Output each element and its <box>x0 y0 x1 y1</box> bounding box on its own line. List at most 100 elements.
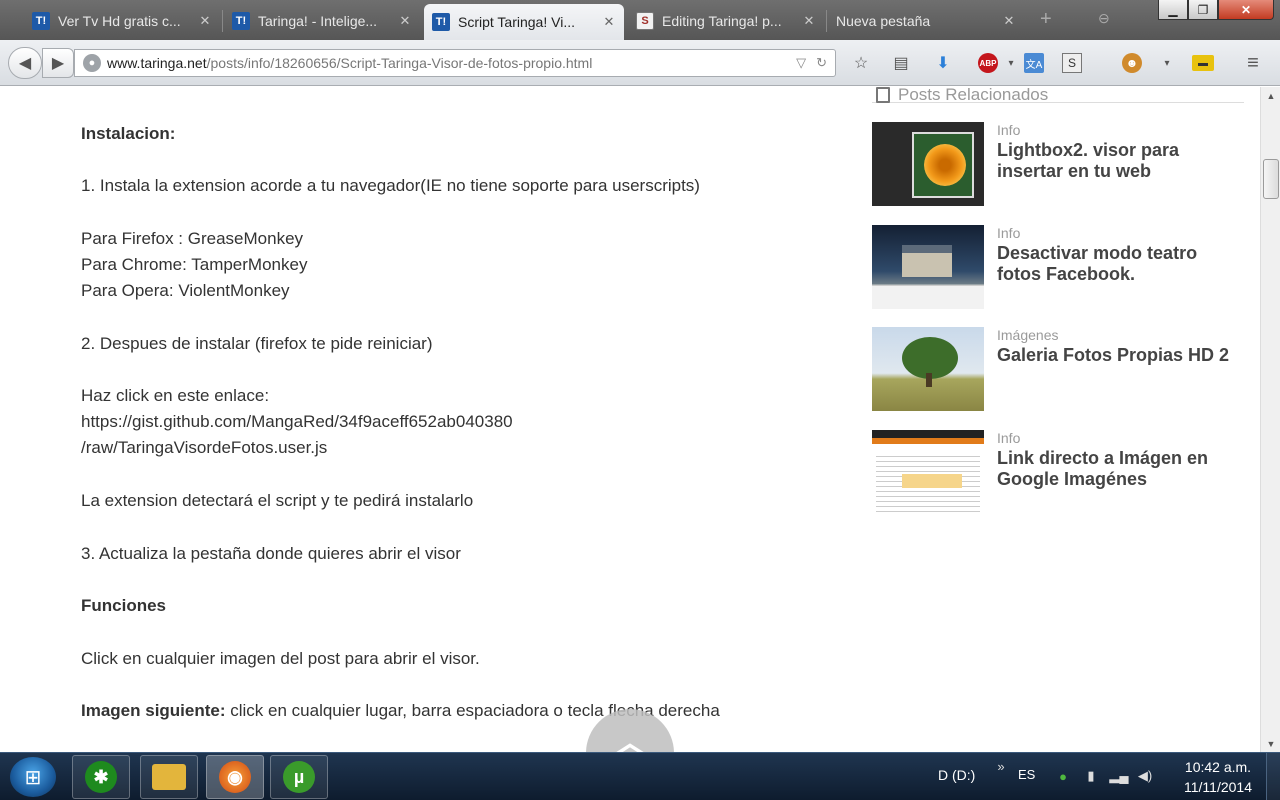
related-post[interactable]: Info Desactivar modo teatro fotos Facebo… <box>872 225 1244 315</box>
paragraph: La extension detectará el script y te pe… <box>81 491 474 510</box>
adblock-plus-icon[interactable]: ABP <box>978 53 998 73</box>
tab-strip: T! Ver Tv Hd gratis c... ✕ T! Taringa! -… <box>0 0 1280 40</box>
system-tray: D (D:) » ES ● ▮ ▂▄ ◀) 10:42 a.m. 11/11/2… <box>920 753 1280 800</box>
taskbar-app-explorer[interactable] <box>140 755 198 799</box>
window-controls: ▁ ❐ ✕ <box>1158 0 1274 20</box>
menu-icon[interactable]: ≡ <box>1242 52 1264 74</box>
paragraph: 1. Instala la extension acorde a tu nave… <box>81 176 700 195</box>
windows-taskbar: ⊞ ✱ ◉ µ D (D:) » ES ● ▮ ▂▄ ◀) 10:42 a.m.… <box>0 752 1280 800</box>
maximize-icon[interactable]: ❐ <box>1188 0 1218 20</box>
new-tab-icon[interactable]: + <box>1040 8 1052 31</box>
close-tab-icon[interactable]: ✕ <box>602 14 616 30</box>
thumbnail-strip <box>872 285 984 309</box>
related-post[interactable]: Info Link directo a Imágen en Google Ima… <box>872 430 1244 520</box>
tab-2[interactable]: T! Taringa! - Intelige... ✕ <box>224 4 420 38</box>
tab-separator <box>222 10 223 32</box>
script-link[interactable]: /raw/TaringaVisordeFotos.user.js <box>81 435 327 461</box>
toolbar-extension-icon[interactable]: ▬ <box>1192 55 1214 71</box>
post-thumbnail[interactable] <box>872 430 984 514</box>
windows-start-icon[interactable]: ⊞ <box>10 757 56 797</box>
taskbar-app-utorrent[interactable]: µ <box>270 755 328 799</box>
page-scrollbar[interactable]: ▲ ▼ <box>1260 87 1280 752</box>
scroll-up-icon[interactable]: ▲ <box>1261 87 1280 104</box>
document-icon <box>876 87 890 103</box>
close-tab-icon[interactable]: ✕ <box>1002 13 1016 29</box>
tab-title: Nueva pestaña <box>836 13 931 29</box>
site-identity-icon[interactable]: ● <box>83 54 101 72</box>
minimize-icon[interactable]: ▁ <box>1158 0 1188 20</box>
utorrent-tray-icon[interactable]: ● <box>1054 767 1072 785</box>
greasemonkey-dropdown-icon[interactable]: ▾ <box>1156 52 1178 74</box>
related-posts-header: Posts Relacionados <box>872 87 1244 104</box>
back-arrow-icon[interactable]: ◀ <box>8 47 42 79</box>
taskbar-app-spider[interactable]: ✱ <box>72 755 130 799</box>
clock-time: 10:42 a.m. <box>1184 759 1252 775</box>
related-post[interactable]: Info Lightbox2. visor para insertar en t… <box>872 122 1244 212</box>
url-host: www.taringa.net <box>107 55 207 71</box>
post-thumbnail[interactable] <box>872 225 984 309</box>
paragraph: Para Firefox : GreaseMonkey <box>81 229 304 248</box>
drive-label[interactable]: D (D:) <box>938 767 975 783</box>
adblock-dropdown-icon[interactable]: ▾ <box>1000 52 1022 74</box>
close-tab-icon[interactable]: ✕ <box>802 13 816 29</box>
section-heading: Funciones <box>81 596 167 615</box>
paragraph: Click en cualquier imagen del post para … <box>81 649 480 668</box>
post-title-link[interactable]: Desactivar modo teatro fotos Facebook. <box>997 243 1242 285</box>
tab-5[interactable]: Nueva pestaña ✕ <box>828 4 1024 38</box>
scrollbar-thumb[interactable] <box>1263 159 1279 199</box>
related-post[interactable]: Imágenes Galeria Fotos Propias HD 2 <box>872 327 1244 417</box>
close-tab-icon[interactable]: ✕ <box>398 13 412 29</box>
post-title-link[interactable]: Link directo a Imágen en Google Imagénes <box>997 448 1242 490</box>
downloads-icon[interactable]: ⬇ <box>932 52 954 74</box>
volume-icon[interactable]: ◀) <box>1136 767 1154 785</box>
close-tab-icon[interactable]: ✕ <box>198 13 212 29</box>
url-dropdown-icon[interactable]: ▽ <box>796 55 806 71</box>
firefox-icon: ◉ <box>219 761 251 793</box>
post-thumbnail[interactable] <box>872 122 984 206</box>
tab-4[interactable]: S Editing Taringa! p... ✕ <box>628 4 824 38</box>
paragraph: 3. Actualiza la pestaña donde quieres ab… <box>81 544 461 563</box>
language-indicator[interactable]: ES <box>1018 767 1035 782</box>
bookmark-star-icon[interactable]: ☆ <box>850 52 872 74</box>
greasemonkey-icon[interactable]: ☻ <box>1122 53 1142 73</box>
web-page: Instalacion: 1. Instala la extension aco… <box>0 87 1260 752</box>
taskbar-app-firefox[interactable]: ◉ <box>206 755 264 799</box>
list-all-tabs-icon[interactable]: ⊖ <box>1098 10 1110 27</box>
inline-label: Imagen siguiente: <box>81 701 226 720</box>
battery-icon[interactable]: ▮ <box>1082 767 1100 785</box>
reload-icon[interactable]: ↻ <box>816 55 827 71</box>
post-title-link[interactable]: Galeria Fotos Propias HD 2 <box>997 345 1242 366</box>
script-link[interactable]: https://gist.github.com/MangaRed/34f9ace… <box>81 409 513 435</box>
tab-separator <box>826 10 827 32</box>
post-category: Info <box>997 430 1021 446</box>
editor-favicon-icon: S <box>636 12 654 30</box>
tab-1[interactable]: T! Ver Tv Hd gratis c... ✕ <box>24 4 220 38</box>
clock-date: 11/11/2014 <box>1184 779 1252 795</box>
address-bar[interactable]: ● www.taringa.net /posts/info/18260656/S… <box>74 49 836 77</box>
tab-3-active[interactable]: T! Script Taringa! Vi... ✕ <box>424 4 624 40</box>
show-hidden-icons-icon[interactable]: » <box>992 757 1010 775</box>
forward-arrow-icon[interactable]: ▶ <box>42 48 74 78</box>
window-close-icon[interactable]: ✕ <box>1218 0 1274 20</box>
paragraph: 2. Despues de instalar (firefox te pide … <box>81 334 433 353</box>
taringa-favicon-icon: T! <box>32 12 50 30</box>
post-thumbnail[interactable] <box>872 327 984 411</box>
s-extension-icon[interactable]: S <box>1062 53 1082 73</box>
translate-icon[interactable]: 文A <box>1024 53 1044 73</box>
scroll-down-icon[interactable]: ▼ <box>1261 735 1280 752</box>
navigation-toolbar: ◀ ▶ ● www.taringa.net /posts/info/182606… <box>0 40 1280 86</box>
castle-graphic <box>902 245 952 277</box>
folder-icon <box>152 764 186 790</box>
paragraph: Para Chrome: TamperMonkey <box>81 255 308 274</box>
section-heading: Instalacion: <box>81 124 176 143</box>
bookmarks-list-icon[interactable]: ▤ <box>890 52 912 74</box>
system-clock[interactable]: 10:42 a.m. 11/11/2014 <box>1184 757 1252 797</box>
flower-graphic <box>924 144 966 186</box>
network-signal-icon[interactable]: ▂▄ <box>1109 767 1128 785</box>
post-title-link[interactable]: Lightbox2. visor para insertar en tu web <box>997 140 1242 182</box>
thumbnail-frame <box>912 132 974 198</box>
show-desktop-button[interactable] <box>1266 753 1280 800</box>
taringa-favicon-icon: T! <box>432 13 450 31</box>
post-category: Info <box>997 225 1021 241</box>
tree-trunk <box>926 373 932 387</box>
